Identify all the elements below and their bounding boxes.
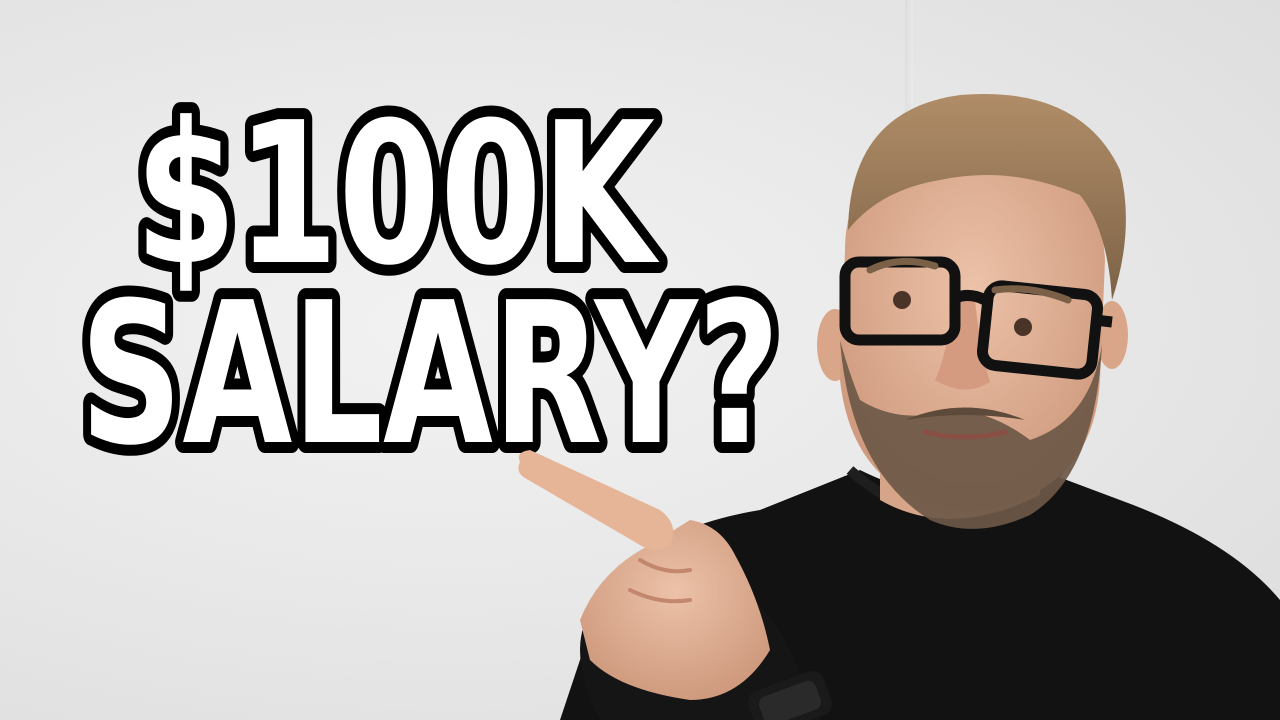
video-thumbnail: $100K SALARY?: [0, 0, 1280, 720]
pointing-finger: [518, 450, 674, 550]
man-pointing: [518, 93, 1280, 720]
left-eye: [893, 291, 911, 309]
right-eye: [1014, 318, 1032, 336]
